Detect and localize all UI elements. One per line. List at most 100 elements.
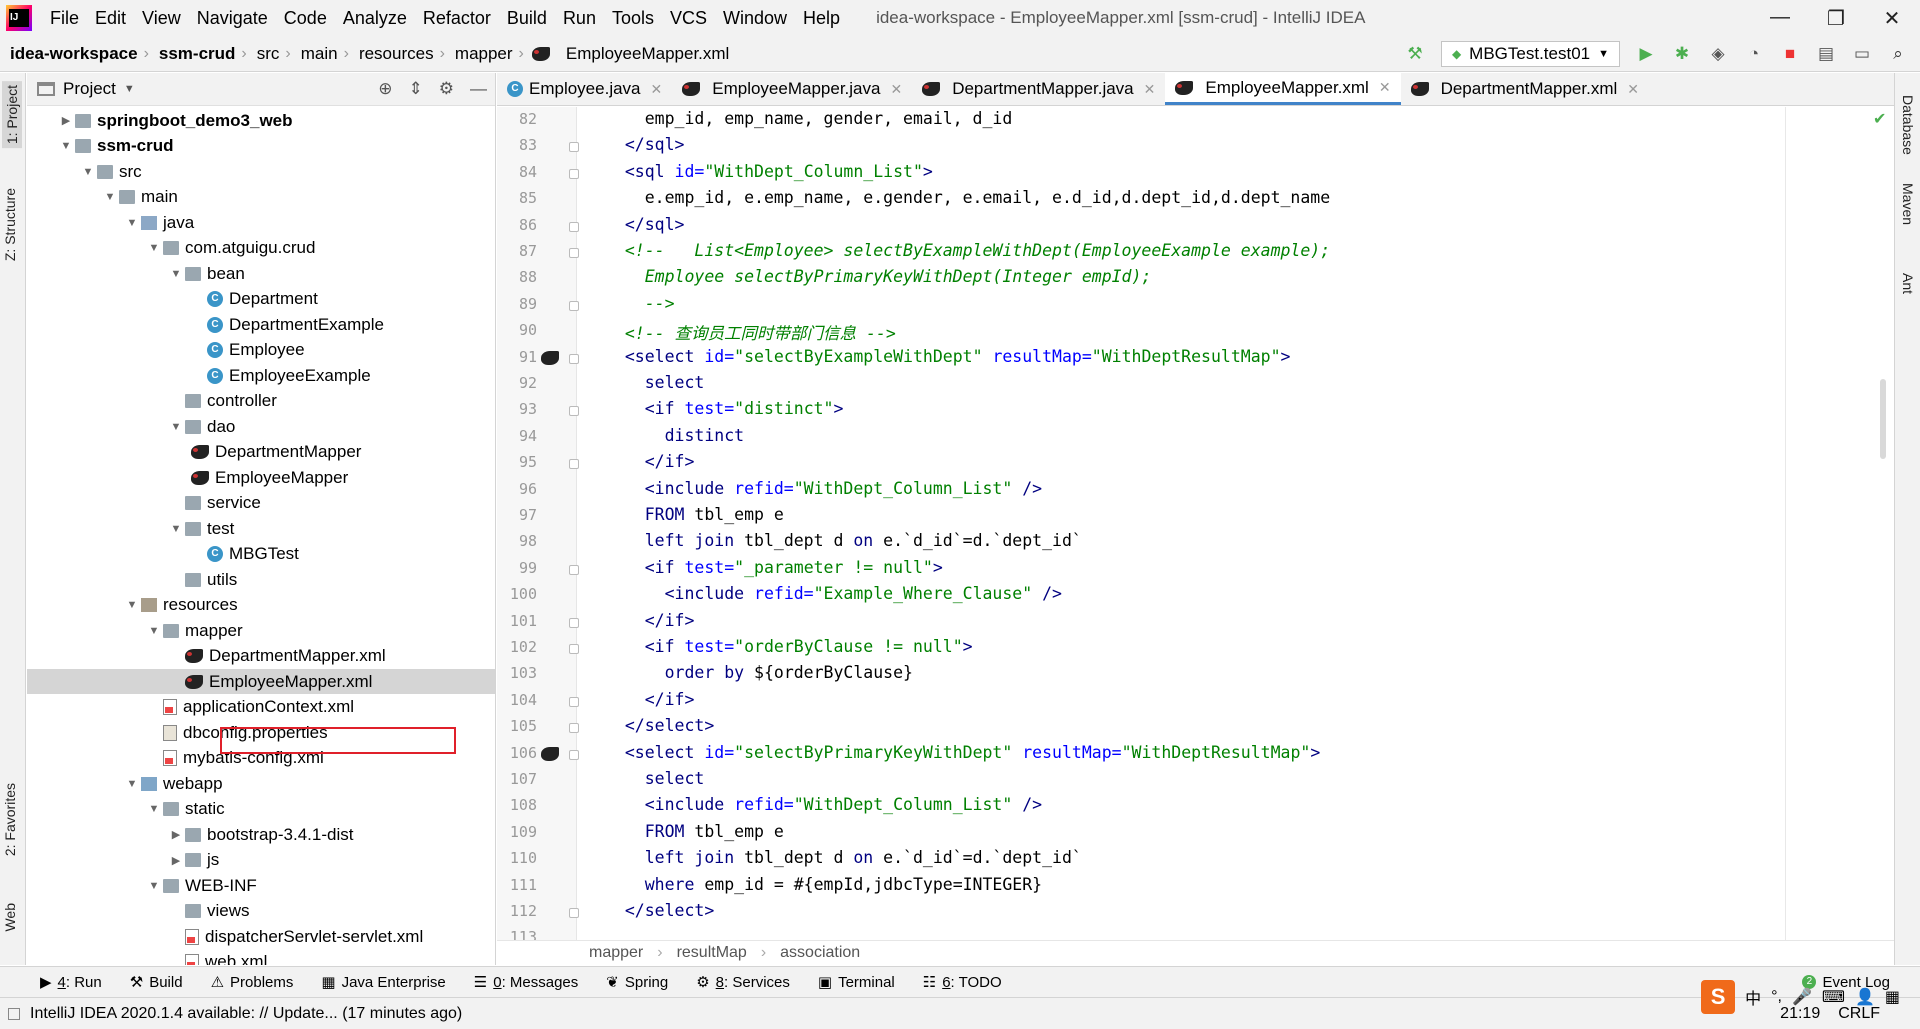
tree-item[interactable]: views	[27, 899, 495, 924]
fold-marker-icon[interactable]	[569, 723, 579, 734]
fold-marker-icon[interactable]	[569, 459, 579, 470]
build-hammer-icon[interactable]: ⚒	[1405, 44, 1425, 64]
inspection-ok-icon[interactable]: ✔	[1873, 109, 1886, 129]
collapse-all-icon[interactable]: ⇕	[409, 79, 423, 99]
close-icon[interactable]: ✕	[1144, 81, 1156, 98]
tree-item[interactable]: ▼ bean	[27, 261, 495, 286]
menu-help[interactable]: Help	[795, 8, 848, 29]
minimize-icon[interactable]: —	[1752, 6, 1808, 31]
menu-file[interactable]: File	[42, 8, 87, 29]
close-icon[interactable]: ✕	[1379, 79, 1391, 96]
menu-edit[interactable]: Edit	[87, 8, 134, 29]
tool-window-button[interactable]: ❦ Spring	[592, 973, 682, 992]
tool-window-button[interactable]: ⚠ Problems	[197, 973, 308, 992]
chevron-right-icon[interactable]: ▶	[167, 854, 185, 867]
tree-item[interactable]: web.xml	[27, 950, 495, 965]
mybatis-navigate-icon[interactable]	[541, 350, 559, 365]
tree-item[interactable]: ▼ webapp	[27, 771, 495, 796]
chevron-down-icon[interactable]: ▼	[167, 268, 185, 280]
run-icon[interactable]: ▶	[1636, 44, 1656, 64]
menu-code[interactable]: Code	[276, 8, 335, 29]
tree-item[interactable]: ▼ main	[27, 185, 495, 210]
tree-item[interactable]: service	[27, 491, 495, 516]
fold-marker-icon[interactable]	[569, 221, 579, 232]
tree-item[interactable]: mybatis-config.xml	[27, 746, 495, 771]
ime-chinese-icon[interactable]: 中	[1745, 985, 1761, 1009]
ime-grid-icon[interactable]: ▦	[1885, 987, 1900, 1007]
editor-tab[interactable]: C Employee.java ✕	[497, 73, 672, 105]
debug-icon[interactable]: ✱	[1672, 44, 1692, 64]
chevron-down-icon[interactable]: ▼	[57, 140, 75, 152]
tree-item[interactable]: EmployeeMapper.xml	[27, 669, 495, 694]
coverage-icon[interactable]: ◈	[1708, 44, 1728, 64]
chevron-down-icon[interactable]: ▼	[123, 778, 141, 790]
close-icon[interactable]: ✕	[651, 81, 663, 98]
tree-item[interactable]: EmployeeMapper	[27, 465, 495, 490]
locate-icon[interactable]: ⊕	[378, 79, 392, 99]
profile-icon[interactable]: ◔	[1744, 44, 1764, 64]
chevron-down-icon[interactable]: ▼	[123, 599, 141, 611]
tool-window-button[interactable]: ☰ 0: Messages	[460, 973, 593, 992]
tree-item[interactable]: ▶ bootstrap-3.4.1-dist	[27, 822, 495, 847]
ime-voice-icon[interactable]: 🎤	[1792, 987, 1812, 1007]
status-toggle-icon[interactable]	[8, 1007, 20, 1020]
tree-item[interactable]: applicationContext.xml	[27, 695, 495, 720]
tree-item[interactable]: ▼ resources	[27, 593, 495, 618]
editor-tab[interactable]: DepartmentMapper.xml ✕	[1401, 73, 1649, 105]
menu-refactor[interactable]: Refactor	[415, 8, 499, 29]
breadcrumb-item[interactable]: ssm-crud	[149, 44, 242, 64]
structure-tool-tab[interactable]: Z: Structure	[2, 188, 18, 261]
fold-marker-icon[interactable]	[569, 564, 579, 575]
scrollbar-thumb[interactable]	[1880, 379, 1886, 459]
editor-breadcrumb-item[interactable]: resultMap	[677, 944, 747, 962]
tree-item[interactable]: C Employee	[27, 338, 495, 363]
ime-user-icon[interactable]: 👤	[1855, 987, 1875, 1007]
database-tool-tab[interactable]: Database	[1900, 95, 1916, 155]
project-panel-title[interactable]: Project	[63, 79, 116, 99]
editor-breadcrumb-item[interactable]: association	[780, 944, 860, 962]
stop-icon[interactable]: ■	[1780, 44, 1800, 64]
tool-window-button[interactable]: ⚙ 8: Services	[682, 973, 804, 992]
web-tool-tab[interactable]: Web	[2, 903, 18, 932]
tree-item[interactable]: ▼ ssm-crud	[27, 134, 495, 159]
tree-item[interactable]: C MBGTest	[27, 542, 495, 567]
status-message[interactable]: IntelliJ IDEA 2020.1.4 available: // Upd…	[20, 1005, 462, 1023]
fold-marker-icon[interactable]	[569, 617, 579, 628]
tool-window-button[interactable]: ▦ Java Enterprise	[307, 973, 459, 992]
chevron-down-icon[interactable]: ▼	[101, 191, 119, 203]
fold-marker-icon[interactable]	[569, 168, 579, 179]
chevron-down-icon[interactable]: ▼	[167, 421, 185, 433]
chevron-right-icon[interactable]: ▶	[167, 828, 185, 841]
menu-analyze[interactable]: Analyze	[335, 8, 415, 29]
tree-item[interactable]: ▼ mapper	[27, 618, 495, 643]
menu-vcs[interactable]: VCS	[662, 8, 715, 29]
tree-item[interactable]: C DepartmentExample	[27, 312, 495, 337]
restore-icon[interactable]: ❐	[1808, 6, 1864, 31]
tree-item[interactable]: C EmployeeExample	[27, 363, 495, 388]
breadcrumb-item[interactable]: EmployeeMapper.xml	[556, 44, 735, 64]
editor-tab[interactable]: DepartmentMapper.java ✕	[912, 73, 1165, 105]
tree-item[interactable]: ▼ static	[27, 797, 495, 822]
chevron-down-icon[interactable]: ▼	[145, 242, 163, 254]
fold-marker-icon[interactable]	[569, 248, 579, 258]
chevron-down-icon[interactable]: ▼	[145, 625, 163, 637]
editor-breadcrumb-item[interactable]: mapper	[589, 944, 643, 962]
search-icon[interactable]: ⌕	[1888, 44, 1908, 64]
favorites-tool-tab[interactable]: 2: Favorites	[2, 783, 18, 856]
menu-window[interactable]: Window	[715, 8, 795, 29]
mybatis-navigate-icon[interactable]	[541, 746, 559, 761]
tree-item[interactable]: ▼ java	[27, 210, 495, 235]
tree-item[interactable]: ▼ WEB-INF	[27, 873, 495, 898]
tree-item[interactable]: ▼ test	[27, 516, 495, 541]
chevron-down-icon[interactable]: ▼	[167, 523, 185, 535]
chevron-right-icon[interactable]: ▶	[57, 114, 75, 127]
tree-item[interactable]: ▶ js	[27, 848, 495, 873]
chevron-down-icon[interactable]: ▼	[123, 217, 141, 229]
menu-navigate[interactable]: Navigate	[189, 8, 276, 29]
tool-window-button[interactable]: ⚒ Build	[116, 973, 197, 992]
breadcrumb-item[interactable]: mapper	[445, 44, 519, 64]
chevron-down-icon[interactable]: ▼	[79, 166, 97, 178]
breadcrumb-item[interactable]: idea-workspace	[0, 44, 144, 64]
tree-item[interactable]: ▶ springboot_demo3_web	[27, 108, 495, 133]
close-icon[interactable]: ✕	[890, 81, 902, 98]
